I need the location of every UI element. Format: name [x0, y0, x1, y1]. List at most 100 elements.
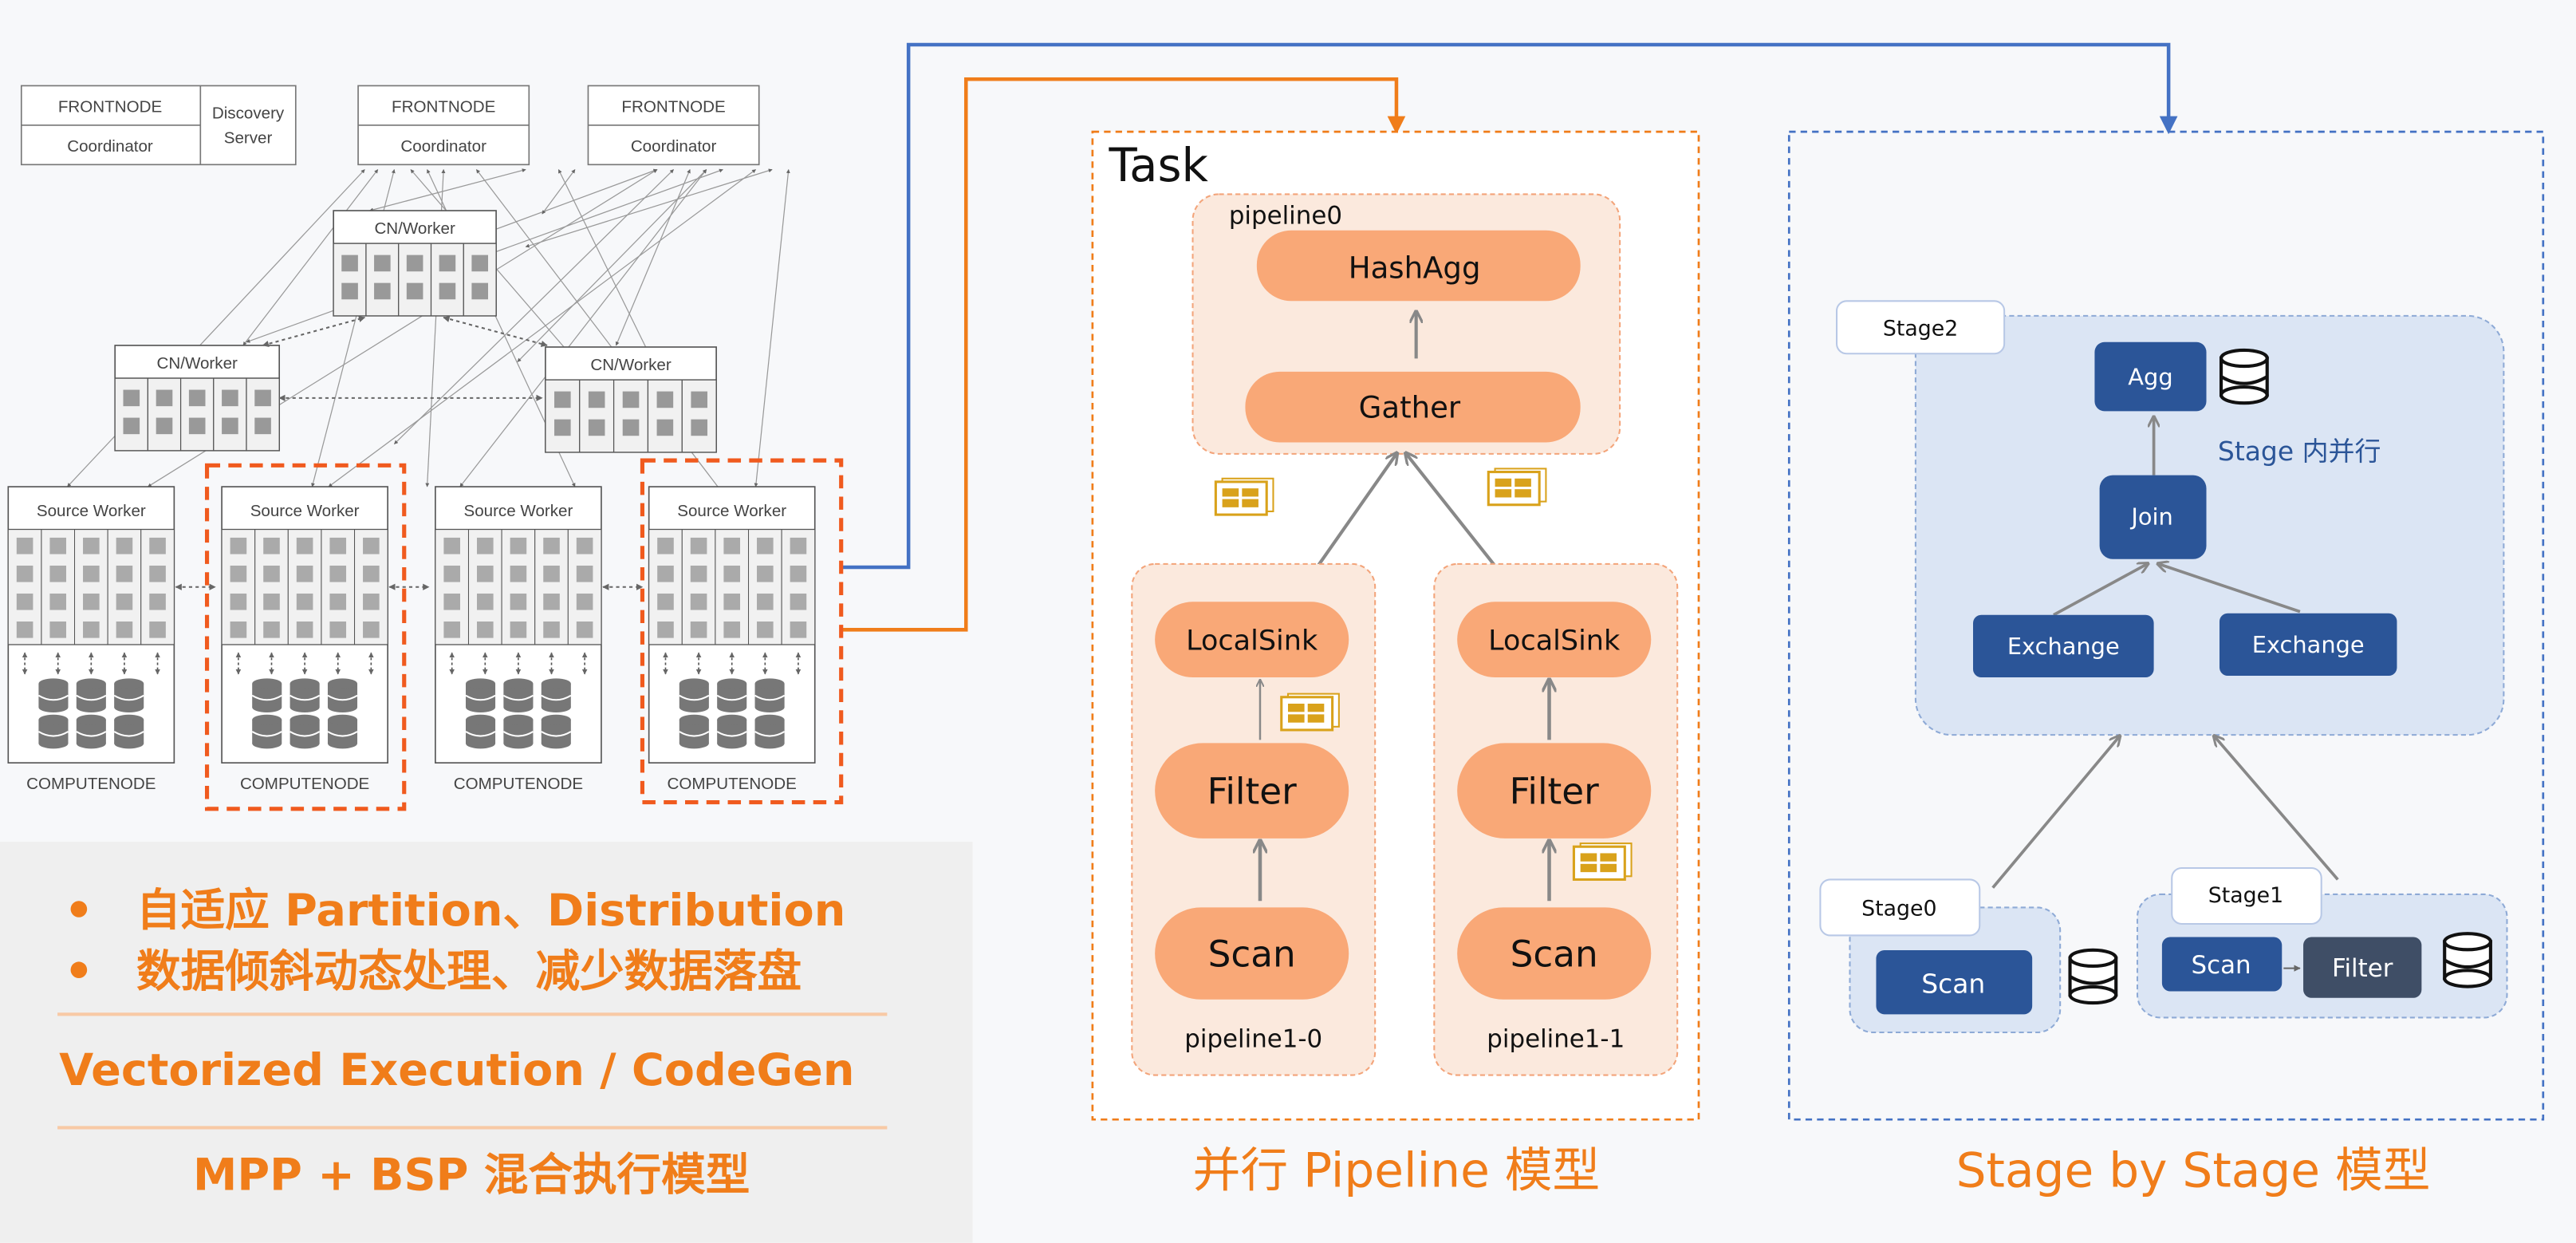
slot-icon	[16, 537, 33, 554]
slot-icon	[49, 537, 67, 554]
exchange-left-label: Exchange	[2007, 633, 2120, 660]
pipeline0-label: pipeline0	[1229, 201, 1342, 230]
slot-icon	[149, 622, 166, 638]
slot-icon	[16, 565, 33, 582]
coordinator-label: Coordinator	[67, 137, 153, 156]
slot-icon	[576, 537, 593, 554]
frontnode-title: FRONTNODE	[392, 97, 495, 116]
frontnode-3: FRONTNODE Coordinator	[587, 85, 760, 166]
database-icon	[251, 714, 282, 749]
bullet-icon	[70, 961, 88, 979]
cluster-diagram: FRONTNODE Coordinator Discovery Server F…	[7, 85, 844, 811]
slot-icon	[543, 593, 560, 610]
frontnode-1: FRONTNODE Coordinator Discovery Server	[20, 85, 297, 166]
slot-icon	[657, 565, 674, 582]
slot-icon	[657, 537, 674, 554]
slot-icon	[156, 417, 173, 435]
slot-icon	[510, 593, 527, 610]
slot-icon	[329, 565, 347, 582]
pipeline1-0-box: LocalSink Filter Scan pipeline1-0	[1131, 562, 1377, 1076]
frontnode-title: FRONTNODE	[621, 97, 725, 116]
pipeline-caption: 并行 Pipeline 模型	[1193, 1144, 1601, 1199]
slot-icon	[296, 622, 313, 638]
source-worker: Source Worker COMPUTENODE	[7, 486, 175, 793]
operator-label: LocalSink	[1186, 625, 1318, 657]
pipeline-model: Task pipeline0 HashAgg Gather LocalSink F…	[1091, 130, 1700, 1199]
slot-icon	[116, 622, 133, 638]
computenode-label: COMPUTENODE	[454, 775, 583, 793]
data-batch-icon	[1214, 477, 1274, 516]
source-worker: Source Worker COMPUTENODE	[221, 486, 388, 793]
slot-icon	[230, 622, 247, 638]
slot-icon	[543, 565, 560, 582]
slot-icon	[477, 565, 494, 582]
database-icon	[541, 714, 572, 749]
slot-icon	[622, 419, 640, 436]
slot-icon	[477, 622, 494, 638]
slot-icon	[588, 419, 605, 436]
operator-label: Filter	[1510, 770, 1600, 812]
slot-icon	[443, 565, 460, 582]
slot-icon	[657, 593, 674, 610]
slot-icon	[83, 622, 100, 638]
slot-icon	[471, 255, 489, 272]
slot-icon	[83, 593, 100, 610]
slot-icon	[690, 622, 707, 638]
slot-icon	[657, 622, 674, 638]
cn-worker: CN/Worker	[114, 345, 281, 452]
database-icon	[290, 714, 321, 749]
slot-icon	[790, 622, 807, 638]
database-icon	[716, 678, 747, 713]
database-icon	[113, 714, 144, 749]
source-worker-label: Source Worker	[463, 502, 573, 520]
stage1-scan-label: Scan	[2192, 951, 2251, 980]
cluster-link	[615, 169, 691, 346]
slot-icon	[471, 282, 489, 300]
slot-icon	[222, 417, 238, 435]
operator-label: LocalSink	[1488, 625, 1621, 657]
database-icon	[327, 714, 358, 749]
pipeline1-1-box: LocalSink Filter Scan pipeline1-1	[1433, 562, 1679, 1076]
cn-worker: CN/Worker	[333, 210, 497, 317]
slot-icon	[116, 537, 133, 554]
operator-label: Scan	[1511, 933, 1598, 975]
database-icon	[37, 714, 69, 749]
slot-icon	[790, 593, 807, 610]
stage-caption: Stage by Stage 模型	[1956, 1144, 2431, 1199]
highlights-panel: 自适应 Partition、Distribution 数据倾斜动态处理、减少数据…	[0, 842, 973, 1243]
database-icon	[76, 678, 107, 713]
slot-icon	[439, 255, 456, 272]
slot-icon	[691, 391, 708, 408]
slot-icon	[622, 391, 640, 408]
database-icon	[716, 714, 747, 749]
slot-icon	[230, 537, 247, 554]
cluster-link	[525, 168, 773, 248]
slot-icon	[230, 593, 247, 610]
slot-icon	[543, 537, 560, 554]
slot-icon	[123, 389, 140, 407]
slot-icon	[263, 593, 280, 610]
data-batch-icon	[1487, 468, 1547, 507]
pipeline-label: pipeline1-0	[1184, 1025, 1322, 1054]
database-icon	[251, 678, 282, 713]
source-worker-label: Source Worker	[677, 502, 786, 520]
stage0-label: Stage0	[1861, 897, 1936, 921]
coordinator-label: Coordinator	[400, 137, 486, 156]
database-icon	[679, 714, 710, 749]
slot-icon	[790, 537, 807, 554]
slot-icon	[296, 593, 313, 610]
slot-icon	[83, 565, 100, 582]
database-icon	[2443, 932, 2492, 988]
slot-icon	[723, 622, 741, 638]
database-icon	[290, 678, 321, 713]
slot-icon	[477, 593, 494, 610]
slot-icon	[116, 565, 133, 582]
slot-icon	[263, 565, 280, 582]
frontnode-2: FRONTNODE Coordinator	[357, 85, 530, 166]
cluster-link	[542, 169, 576, 215]
slot-icon	[16, 622, 33, 638]
server-label: Server	[224, 129, 273, 148]
exchange-right-label: Exchange	[2252, 631, 2365, 658]
slot-icon	[510, 537, 527, 554]
data-batch-icon	[1280, 693, 1340, 732]
